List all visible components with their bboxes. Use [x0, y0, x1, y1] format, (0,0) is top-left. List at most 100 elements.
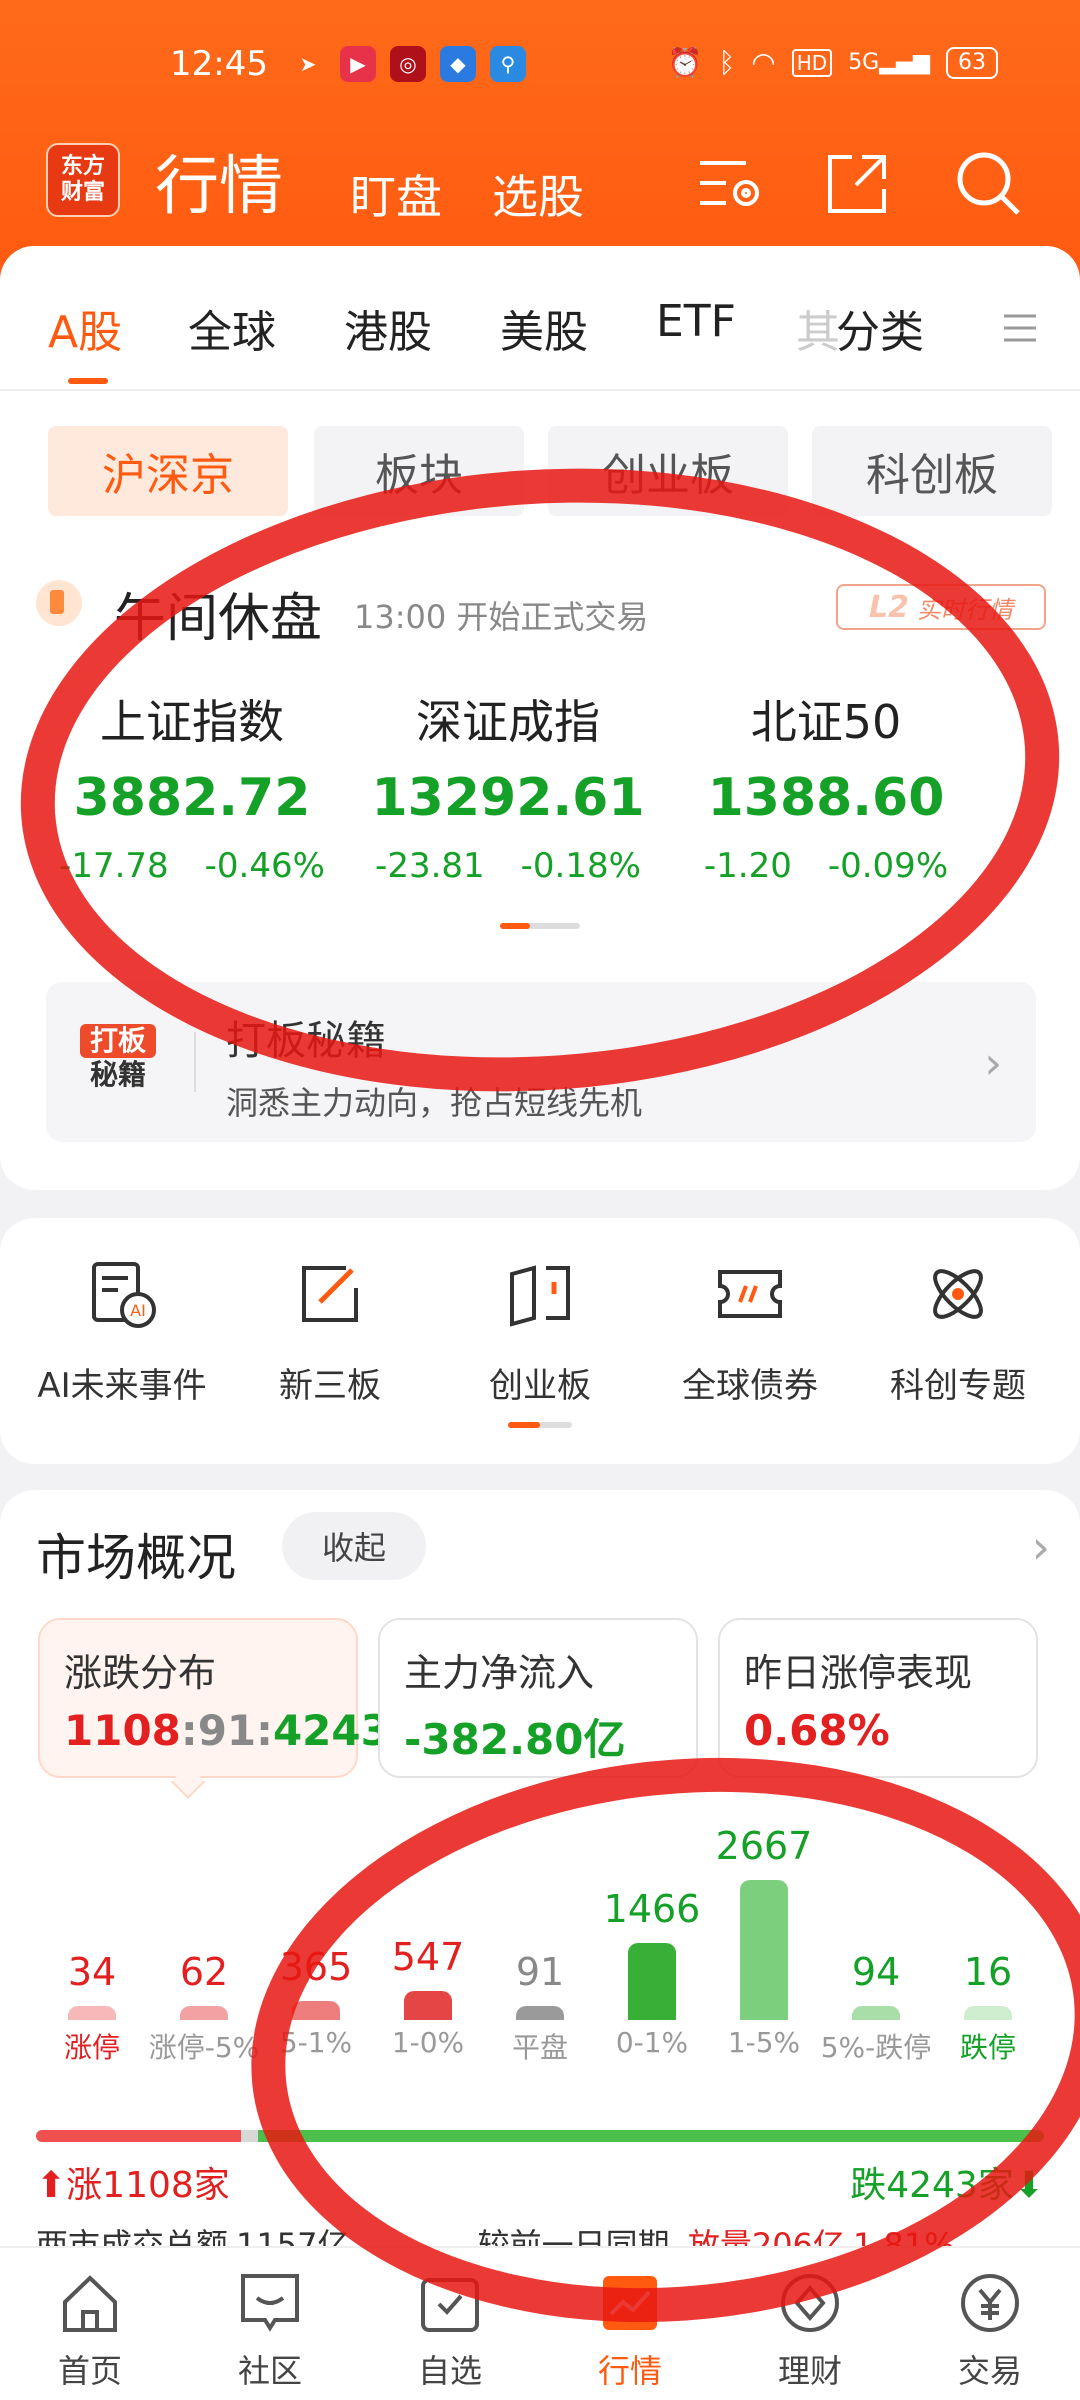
bar-value-label: 16 — [963, 1950, 1013, 1994]
paper-plane-icon: ➤ — [299, 52, 317, 76]
status-bar: 12:45 ➤ ▶ ◎ ◆ ⚲ ⏰ ᛒ ◠ HD 5G▂▄▆ 63 — [0, 40, 1080, 100]
notification-icons: ➤ ▶ ◎ ◆ ⚲ — [290, 46, 526, 82]
stat-limit-up-performance[interactable]: 昨日涨停表现 0.68% — [718, 1618, 1038, 1778]
bar-value-label: 2667 — [715, 1824, 813, 1868]
index-pct: -0.09% — [827, 846, 949, 886]
chip-shsz[interactable]: 沪深京 — [48, 426, 288, 516]
market-chart-icon — [603, 2276, 657, 2330]
battery-icon: 63 — [946, 46, 998, 79]
distribution-bar — [180, 2006, 228, 2020]
shortcut-label: 新三板 — [279, 1366, 381, 1406]
distribution-bar-group: 94 5%-跌停 — [820, 1820, 932, 2064]
stat-title: 涨跌分布 — [64, 1651, 217, 1695]
distribution-bar — [68, 2006, 116, 2020]
index-card-bse50[interactable]: 北证50 1388.60 -1.20 -0.09% — [676, 686, 976, 886]
tab-etf[interactable]: ETF — [656, 296, 736, 347]
index-value: 1388.60 — [707, 768, 945, 828]
nav-market[interactable]: 行情 — [540, 2268, 720, 2392]
bar-category-label: 5-1% — [279, 2026, 353, 2059]
collapse-button[interactable]: 收起 — [282, 1512, 426, 1580]
tab-us[interactable]: 美股 — [500, 296, 588, 360]
wifi-icon: ◠ — [751, 46, 776, 79]
chip-star[interactable]: 科创板 — [812, 426, 1052, 516]
shortcut-label: 全球债券 — [682, 1366, 818, 1406]
index-card-sse[interactable]: 上证指数 3882.72 -17.78 -0.46% — [42, 686, 342, 886]
bank-app-icon: ◎ — [390, 46, 426, 82]
video-app-icon: ▶ — [340, 46, 376, 82]
distribution-bar — [292, 2000, 340, 2020]
app-logo[interactable]: 东方 财富 — [46, 143, 120, 217]
stat-up-down-distribution[interactable]: 涨跌分布 1108:91:4243 — [38, 1618, 390, 1778]
tab-a-shares[interactable]: A股 — [48, 296, 122, 360]
distribution-bar-group: 91 平盘 — [484, 1820, 596, 2064]
settings-list-icon[interactable] — [696, 149, 766, 219]
distribution-bar — [740, 1880, 788, 2020]
shortcut-label: 科创专题 — [890, 1366, 1026, 1406]
session-note: 13:00 开始正式交易 — [354, 598, 649, 636]
index-name: 北证50 — [750, 695, 902, 749]
index-card-szse[interactable]: 深证成指 13292.61 -23.81 -0.18% — [358, 686, 658, 886]
bar-value-label: 1466 — [603, 1887, 701, 1932]
shortcut-global-bonds[interactable]: 全球债券 — [642, 1258, 858, 1407]
banner-logo: 打板 秘籍 — [80, 1024, 156, 1100]
shortcut-label: 创业板 — [489, 1366, 591, 1406]
shortcut-star-topics[interactable]: 科创专题 — [850, 1258, 1066, 1407]
tab-category[interactable]: 分类 — [836, 296, 924, 360]
distribution-bar — [404, 1991, 452, 2020]
index-value: 13292.61 — [371, 768, 645, 828]
l2-badge[interactable]: L2 实时行情 — [836, 584, 1046, 630]
alarm-icon: ⏰ — [667, 46, 703, 79]
coffee-icon — [36, 580, 82, 626]
nav-watch[interactable]: 盯盘 — [350, 161, 442, 227]
bar-category-label: 涨停 — [63, 2031, 120, 2064]
session-title: 午间休盘 — [114, 589, 323, 649]
up-down-ratio-bar — [36, 2130, 1044, 2142]
distribution-bar-group: 1466 0-1% — [596, 1820, 708, 2060]
tab-other[interactable]: 其 — [796, 296, 840, 360]
stat-title: 昨日涨停表现 — [744, 1651, 973, 1695]
banner-subtitle: 洞悉主力动向，抢占短线先机 — [226, 1084, 643, 1122]
nav-watchlist[interactable]: 自选 — [360, 2268, 540, 2392]
distribution-bar-group: 16 跌停 — [932, 1820, 1044, 2064]
shortcut-ai-events[interactable]: AI AI未来事件 — [14, 1258, 230, 1407]
tab-hk[interactable]: 港股 — [344, 296, 432, 360]
svg-text:AI: AI — [130, 1301, 146, 1320]
share-icon[interactable] — [822, 149, 892, 219]
distribution-bar — [852, 2006, 900, 2020]
chip-sector[interactable]: 板块 — [314, 426, 524, 516]
chip-chinext[interactable]: 创业板 — [548, 426, 788, 516]
nav-home[interactable]: 首页 — [0, 2268, 180, 2392]
distribution-bar — [964, 2006, 1012, 2020]
index-pager — [500, 923, 580, 929]
bar-value-label: 34 — [67, 1950, 117, 1994]
session-status: 午间休盘 13:00 开始正式交易 L2 实时行情 — [36, 576, 1046, 649]
stat-net-inflow[interactable]: 主力净流入 -382.80亿 — [378, 1618, 698, 1778]
shortcut-chinext[interactable]: 创业板 — [432, 1258, 648, 1407]
index-change: -1.20 — [703, 846, 792, 886]
index-pct: -0.46% — [204, 846, 325, 886]
tab-global[interactable]: 全球 — [188, 296, 276, 360]
nav-trade[interactable]: 交易 — [900, 2268, 1080, 2392]
top-nav: 东方 财富 行情 盯盘 选股 — [0, 135, 1080, 245]
bar-category-label: 跌停 — [959, 2031, 1016, 2064]
nav-market[interactable]: 行情 — [155, 135, 283, 227]
distribution-bar — [516, 2006, 564, 2020]
shortcut-neeq[interactable]: 新三板 — [222, 1258, 438, 1407]
promo-banner[interactable]: 打板 秘籍 打板秘籍 洞悉主力动向，抢占短线先机 › — [46, 982, 1036, 1142]
distribution-bar-group: 62 涨停-5% — [148, 1820, 260, 2064]
shortcut-label: AI未来事件 — [37, 1366, 207, 1406]
chevron-right-icon[interactable]: › — [1032, 1520, 1050, 1574]
status-time: 12:45 — [170, 44, 268, 84]
nav-community[interactable]: 社区 — [180, 2268, 360, 2392]
active-tab-indicator — [68, 378, 108, 384]
chat-icon — [241, 2274, 299, 2332]
yuan-icon — [961, 2274, 1019, 2332]
stat-value: -382.80亿 — [404, 1715, 626, 1764]
menu-icon[interactable] — [1000, 308, 1040, 348]
search-icon[interactable] — [954, 149, 1024, 219]
index-name: 深证成指 — [416, 695, 600, 749]
nav-wealth[interactable]: 理财 — [720, 2268, 900, 2392]
banner-title: 打板秘籍 — [226, 1018, 386, 1064]
bar-value-label: 365 — [279, 1944, 353, 1989]
nav-screener[interactable]: 选股 — [492, 161, 584, 227]
